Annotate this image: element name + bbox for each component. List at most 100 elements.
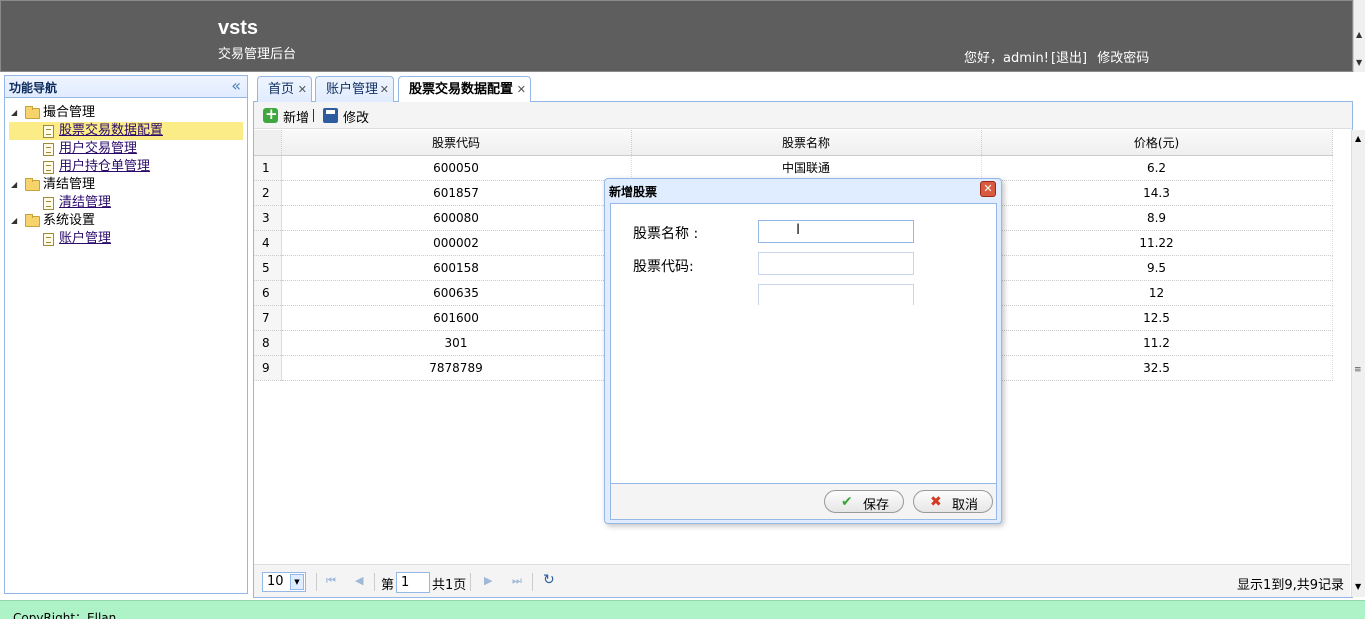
sidebar-item-accounts[interactable]: 账户管理 — [5, 230, 247, 248]
row-number: 7 — [254, 305, 282, 331]
stock-code-cell: 601600 — [281, 305, 632, 331]
close-icon[interactable]: ✕ — [298, 77, 307, 102]
stock-name-cell: 中国联通 — [631, 155, 982, 181]
scroll-up-icon[interactable]: ▲ — [1356, 30, 1362, 39]
stock-code-label: 股票代码: — [633, 259, 694, 275]
pager-info: 显示1到9,共9记录 — [1237, 578, 1344, 593]
stock-code-cell: 000002 — [281, 230, 632, 256]
edit-button-label: 修改 — [343, 111, 370, 126]
file-icon — [43, 161, 54, 174]
stock-code-input[interactable] — [758, 252, 914, 275]
sidebar-item-label: 账户管理 — [59, 231, 112, 246]
sidebar-title: 功能导航 — [9, 81, 58, 95]
grid-scrollbar[interactable]: ▲ ≡ ▼ — [1351, 130, 1365, 597]
pagination-bar: 10 ▼ ⏮ ◀ 第 1 共1页 ▶ ⏭ ↻ 显示1到9,共9记录 — [254, 564, 1350, 597]
row-number: 9 — [254, 355, 282, 381]
edit-button[interactable]: 修改 — [323, 107, 369, 126]
add-button-label: 新增 — [283, 111, 310, 126]
stock-code-cell: 301 — [281, 330, 632, 356]
expand-arrow-icon[interactable]: ◢ — [11, 104, 17, 122]
grid-toolbar: 新增 修改 — [254, 102, 1352, 129]
first-page-icon[interactable]: ⏮ — [326, 574, 336, 588]
add-icon — [263, 105, 278, 123]
stock-name-input[interactable] — [758, 220, 914, 243]
expand-arrow-icon[interactable]: ◢ — [11, 212, 17, 230]
greeting-text: 您好，admin! — [964, 51, 1049, 66]
refresh-icon[interactable]: ↻ — [543, 572, 555, 588]
stock-name-label: 股票名称 : — [633, 226, 699, 242]
stock-code-cell: 7878789 — [281, 355, 632, 381]
sidebar-item-clearing[interactable]: 清结管理 — [5, 194, 247, 212]
chevron-down-icon[interactable]: ▼ — [290, 574, 304, 590]
folder-icon — [25, 214, 40, 227]
close-icon[interactable]: ✕ — [380, 77, 389, 102]
table-header-row: 股票代码 股票名称 价格(元) — [254, 130, 1333, 156]
file-icon — [43, 125, 54, 138]
page-number-input[interactable]: 1 — [396, 572, 430, 593]
dialog-footer: ✔ 保存 ✖ 取消 — [610, 484, 997, 520]
tab-label: 账户管理 — [326, 82, 379, 97]
row-number: 6 — [254, 280, 282, 306]
row-number: 3 — [254, 205, 282, 231]
app-header: vsts 交易管理后台 您好，admin! [退出] 修改密码 — [0, 0, 1353, 72]
column-header-name[interactable]: 股票名称 — [631, 130, 982, 156]
row-number: 2 — [254, 180, 282, 206]
stock-code-cell: 600635 — [281, 280, 632, 306]
page-scrollbar[interactable]: ▲ ▼ — [1353, 0, 1365, 72]
price-cell: 6.2 — [981, 155, 1333, 181]
dialog-title: 新增股票 — [609, 185, 658, 199]
prev-page-icon[interactable]: ◀ — [355, 574, 363, 587]
tab-stock-config[interactable]: 股票交易数据配置 ✕ — [398, 76, 531, 103]
text-cursor-icon: I — [796, 222, 801, 238]
add-button[interactable]: 新增 — [263, 105, 309, 126]
sidebar-header: 功能导航 « — [5, 76, 247, 98]
row-number: 5 — [254, 255, 282, 281]
price-cell: 32.5 — [981, 355, 1333, 381]
sidebar-item-user-trading[interactable]: 用户交易管理 — [5, 140, 247, 158]
tree-group-system[interactable]: ◢ 系统设置 — [5, 212, 247, 230]
tab-home[interactable]: 首页 ✕ — [257, 76, 312, 102]
row-number-header — [254, 130, 282, 156]
expand-arrow-icon[interactable]: ◢ — [11, 176, 17, 194]
next-page-icon[interactable]: ▶ — [484, 574, 492, 587]
scroll-thumb-grip-icon[interactable]: ≡ — [1354, 365, 1362, 375]
collapse-icon[interactable]: « — [231, 76, 241, 95]
cancel-button[interactable]: ✖ 取消 — [913, 490, 993, 513]
close-icon[interactable]: ✕ — [980, 181, 996, 197]
tab-accounts[interactable]: 账户管理 ✕ — [315, 76, 394, 102]
add-stock-dialog: 新增股票 ✕ 股票名称 : 股票代码: ✔ 保存 ✖ 取消 — [604, 178, 1002, 524]
column-header-code[interactable]: 股票代码 — [281, 130, 632, 156]
page-size-select[interactable]: 10 ▼ — [262, 572, 306, 592]
table-row[interactable]: 1 600050 中国联通 6.2 — [254, 155, 1333, 181]
sidebar-item-user-positions[interactable]: 用户持仓单管理 — [5, 158, 247, 176]
nav-tree: ◢ 撮合管理 股票交易数据配置 用户交易管理 用户持仓单管理 ◢ 清结管理 清结… — [5, 98, 247, 248]
file-icon — [43, 143, 54, 156]
change-password-link[interactable]: 修改密码 — [1097, 51, 1149, 66]
price-cell: 12 — [981, 280, 1333, 306]
stock-code-cell: 600158 — [281, 255, 632, 281]
sidebar-item-label: 股票交易数据配置 — [59, 123, 164, 138]
last-page-icon[interactable]: ⏭ — [512, 574, 522, 588]
stock-code-cell: 600080 — [281, 205, 632, 231]
logout-link[interactable]: [退出] — [1051, 51, 1087, 66]
toolbar-separator — [313, 109, 314, 122]
scroll-up-icon[interactable]: ▲ — [1355, 134, 1361, 143]
tab-label: 首页 — [268, 82, 295, 97]
price-cell: 14.3 — [981, 180, 1333, 206]
scroll-down-icon[interactable]: ▼ — [1355, 582, 1361, 591]
tree-group-matching[interactable]: ◢ 撮合管理 — [5, 104, 247, 122]
stock-price-input[interactable] — [758, 284, 914, 305]
save-button-label: 保存 — [863, 498, 890, 513]
column-header-price[interactable]: 价格(元) — [981, 130, 1333, 156]
close-icon[interactable]: ✕ — [517, 77, 526, 102]
stock-code-cell: 601857 — [281, 180, 632, 206]
save-button[interactable]: ✔ 保存 — [824, 490, 904, 513]
app-subtitle: 交易管理后台 — [218, 47, 297, 62]
price-cell: 11.2 — [981, 330, 1333, 356]
scroll-down-icon[interactable]: ▼ — [1356, 58, 1362, 67]
tree-group-clearing[interactable]: ◢ 清结管理 — [5, 176, 247, 194]
page-label: 第 — [381, 578, 395, 593]
price-cell: 8.9 — [981, 205, 1333, 231]
sidebar-item-stock-config[interactable]: 股票交易数据配置 — [9, 122, 243, 140]
sidebar-item-label: 用户交易管理 — [59, 141, 138, 156]
